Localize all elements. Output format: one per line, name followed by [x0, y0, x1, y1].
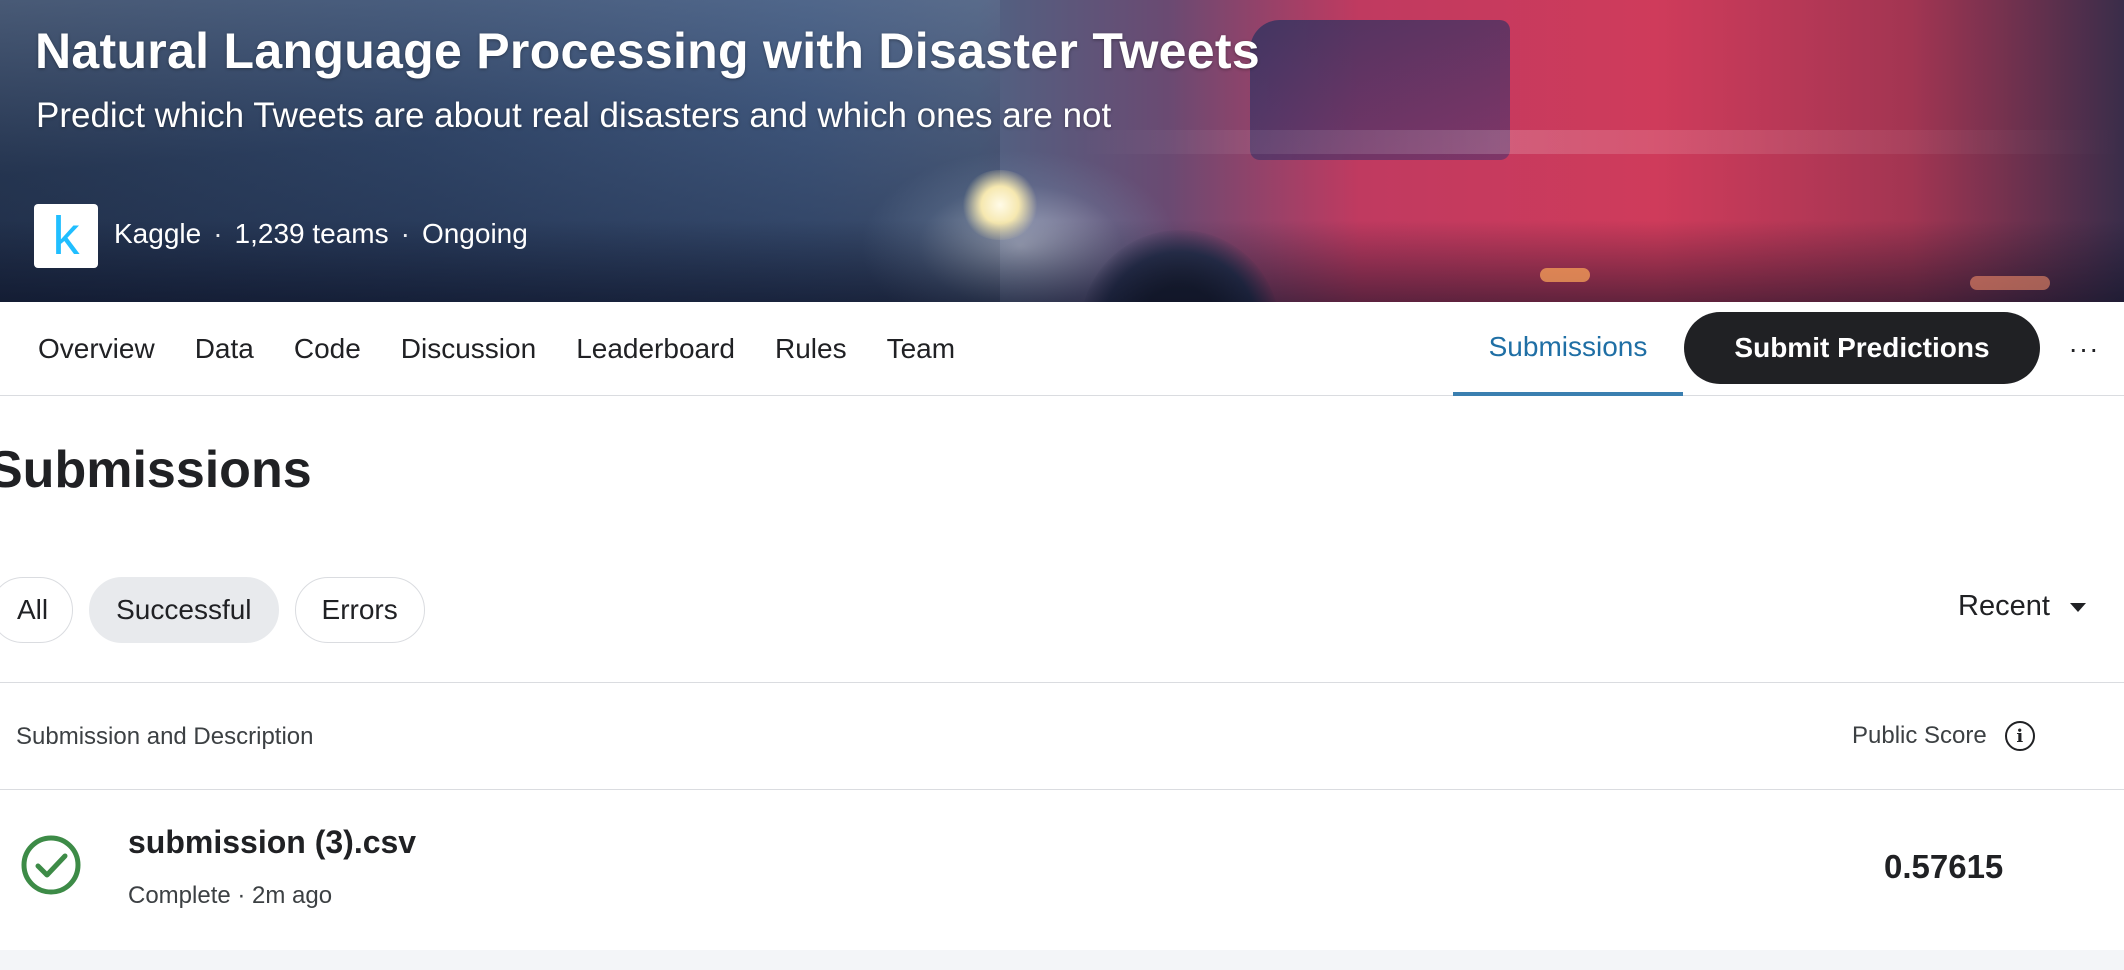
sort-label: Recent	[1958, 590, 2050, 622]
caret-down-icon	[2069, 603, 2086, 612]
tab-rules[interactable]: Rules	[775, 333, 847, 365]
competition-tab-bar: Overview Data Code Discussion Leaderboar…	[0, 302, 2124, 396]
footer-strip	[0, 950, 2124, 970]
banner-stripe	[1080, 130, 2124, 154]
banner-amber-light-2	[1970, 276, 2050, 290]
tab-submissions[interactable]: Submissions	[1453, 302, 1683, 396]
page-title: Submissions	[0, 441, 312, 499]
submission-status-time: Complete · 2m ago	[128, 882, 333, 909]
submission-filter-group: All Successful Errors	[0, 577, 425, 643]
tab-code[interactable]: Code	[294, 333, 361, 365]
tab-overview[interactable]: Overview	[38, 333, 155, 365]
more-options-icon[interactable]: ···	[2064, 322, 2104, 376]
column-header-submission: Submission and Description	[16, 723, 314, 750]
tab-discussion[interactable]: Discussion	[401, 333, 536, 365]
meta-separator: ·	[400, 218, 410, 249]
public-score-label: Public Score	[1852, 722, 1987, 749]
tab-list: Overview Data Code Discussion Leaderboar…	[38, 302, 955, 396]
tab-data[interactable]: Data	[195, 333, 254, 365]
table-row: submission (3).csv Complete · 2m ago 0.5…	[0, 790, 2124, 950]
check-circle-icon	[21, 835, 81, 895]
kaggle-logo-icon[interactable]: k	[34, 204, 98, 268]
filter-all-chip[interactable]: All	[0, 577, 74, 643]
competition-title: Natural Language Processing with Disaste…	[35, 23, 1260, 79]
tab-team[interactable]: Team	[887, 333, 955, 365]
team-count: 1,239 teams	[234, 218, 389, 249]
competition-meta: Kaggle · 1,239 teams · Ongoing	[114, 218, 528, 250]
column-header-public-score: Public Score i	[1852, 721, 2035, 751]
info-icon[interactable]: i	[2004, 721, 2035, 751]
competition-status: Ongoing	[421, 218, 528, 249]
public-score-value: 0.57615	[1884, 848, 2004, 885]
competition-header-banner: Natural Language Processing with Disaste…	[0, 0, 2124, 302]
tab-leaderboard[interactable]: Leaderboard	[576, 333, 735, 365]
host-name[interactable]: Kaggle	[114, 218, 201, 250]
filter-successful-chip[interactable]: Successful	[89, 577, 279, 643]
submit-predictions-button[interactable]: Submit Predictions	[1684, 312, 2040, 384]
banner-amber-light	[1540, 268, 1590, 282]
submission-file-name[interactable]: submission (3).csv	[128, 824, 416, 861]
meta-separator: ·	[213, 218, 223, 249]
logo-letter: k	[52, 206, 80, 266]
submissions-table-header: Submission and Description Public Score …	[0, 682, 2124, 790]
sort-dropdown[interactable]: Recent	[1958, 590, 2086, 623]
competition-subtitle: Predict which Tweets are about real disa…	[36, 96, 1112, 135]
filter-errors-chip[interactable]: Errors	[294, 577, 425, 643]
